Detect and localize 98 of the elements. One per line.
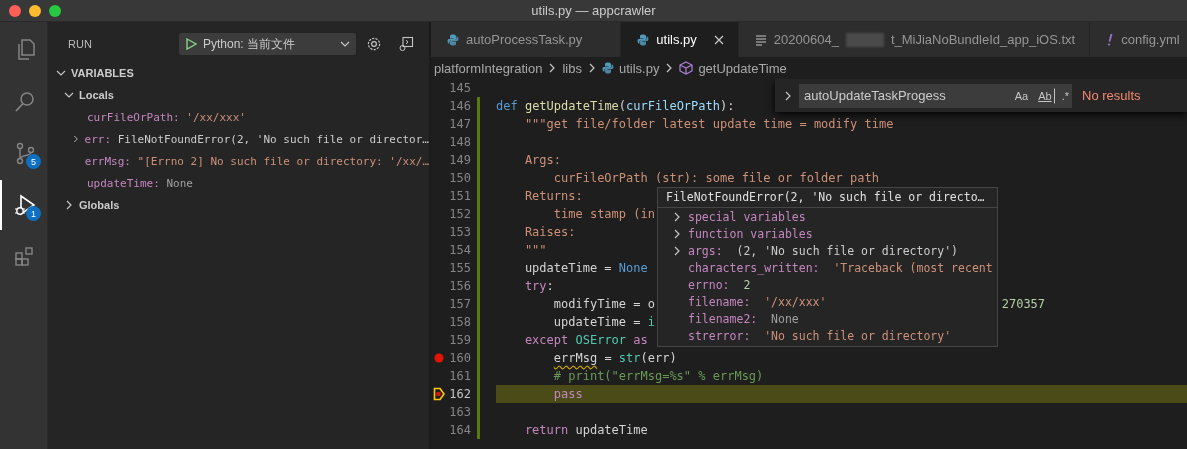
editor-tab[interactable]: autoProcessTask.py: [431, 22, 622, 57]
play-icon: [185, 38, 197, 50]
scope-tree-item[interactable]: Locals: [48, 84, 429, 106]
close-window-button[interactable]: [9, 4, 21, 17]
python-file-icon: [637, 33, 650, 46]
chevron-right-icon: [783, 90, 793, 101]
line-number: 159: [448, 333, 471, 347]
line-number: 164: [448, 423, 471, 437]
find-input[interactable]: autoUpdateTaskProgess Aa Ab .*: [799, 83, 1072, 108]
hover-title: FileNotFoundError(2, 'No such file or directo…: [658, 188, 997, 208]
line-number: 161: [448, 369, 471, 383]
breadcrumb-item[interactable]: utils.py: [601, 60, 660, 76]
code-line: time stamp (in: [552, 206, 655, 223]
code-line: updateTime = i: [552, 314, 655, 331]
code-line: """: [523, 242, 547, 259]
text-file-icon: [754, 33, 767, 46]
section-header[interactable]: VARIABLES: [48, 62, 429, 84]
line-number: 148: [448, 135, 471, 149]
cube-icon: [679, 61, 694, 75]
code-line: """get file/folder latest update time = modify time: [523, 116, 894, 133]
variable-tree-item[interactable]: err: FileNotFoundError(2, 'No such file or director…: [48, 128, 429, 150]
toggle-replace-button[interactable]: [783, 90, 793, 101]
line-number: 150: [448, 171, 471, 185]
code-line: updateTime = None: [523, 260, 648, 277]
count-badge: 5: [26, 154, 41, 169]
search-option-toggle[interactable]: .*: [1058, 87, 1072, 104]
panel-title: RUN: [68, 38, 93, 50]
code-line: try:: [523, 278, 554, 295]
variable-tree-item[interactable]: special variables: [658, 208, 997, 225]
code-line: modifyTime = o: [552, 296, 655, 313]
code-line: Raises:: [523, 224, 576, 241]
code-line: errMsg = str(err): [552, 350, 677, 367]
line-number: 147: [448, 117, 471, 131]
line-number: 163: [448, 405, 471, 419]
chevron-right-icon: [64, 200, 74, 210]
code-text: 270357: [1001, 296, 1046, 313]
redacted-area: [845, 32, 884, 47]
code-line: return updateTime: [523, 422, 648, 439]
search-icon: [12, 89, 37, 113]
close-tab-button[interactable]: [713, 34, 724, 45]
count-badge: 1: [26, 206, 41, 221]
line-number: 146: [448, 99, 471, 113]
code-line: curFileOrPath (str): some file or folder path: [552, 170, 879, 187]
find-result: No results: [1082, 88, 1141, 103]
line-number: 158: [448, 315, 471, 329]
variable-tree-item[interactable]: filename: '/xx/xxx': [658, 293, 997, 310]
debug-console-button[interactable]: [398, 36, 414, 52]
line-number: 149: [448, 153, 471, 167]
scope-tree-item[interactable]: Globals: [48, 194, 429, 216]
variable-tree-item[interactable]: function variables: [658, 225, 997, 242]
line-number: 145: [448, 81, 471, 95]
search-option-toggle[interactable]: Ab: [1035, 87, 1055, 104]
zoom-window-button[interactable]: [49, 4, 61, 17]
line-number: 156: [448, 279, 471, 293]
line-number: 162: [448, 387, 471, 401]
minimize-window-button[interactable]: [29, 4, 41, 17]
code-line: Returns:: [523, 188, 583, 205]
launch-config-dropdown[interactable]: Python: 当前文件: [179, 33, 356, 55]
variable-tree-item[interactable]: filename2: None: [658, 310, 997, 327]
line-number: 160: [448, 351, 471, 365]
gear-icon: [366, 36, 382, 52]
activity-bar-item[interactable]: 5: [0, 128, 47, 178]
line-number: 155: [448, 261, 471, 275]
python-file-icon: [447, 33, 459, 46]
editor-tab[interactable]: 20200604_ t_MiJiaNoBundleId_app_iOS.txt: [738, 22, 1091, 57]
settings-button[interactable]: [366, 36, 382, 52]
code-line: except OSError as: [523, 332, 648, 349]
variable-tree-item[interactable]: errno: 2: [658, 276, 997, 293]
line-number: 154: [448, 243, 471, 257]
variable-tree-item[interactable]: curFileOrPath: '/xx/xxx': [48, 106, 429, 128]
debug-console-icon: [398, 36, 414, 52]
line-number: 157: [448, 297, 471, 311]
code-line: Args:: [523, 152, 562, 169]
code-line: # print("errMsg=%s" % errMsg): [552, 368, 764, 385]
search-option-toggle[interactable]: Aa: [1011, 87, 1032, 104]
variable-tree-item[interactable]: errMsg: "[Errno 2] No such file or directory: '/xx/…: [48, 150, 429, 172]
code-line: pass: [552, 386, 583, 403]
window-title: utils.py — appcrawler: [531, 3, 656, 18]
line-number: 152: [448, 207, 471, 221]
python-file-icon: [601, 62, 614, 74]
variable-tree-item[interactable]: strerror: 'No such file or directory': [658, 327, 997, 344]
editor-tab[interactable]: utils.py: [621, 22, 739, 57]
chevron-down-icon: [56, 68, 66, 78]
line-number: 151: [448, 189, 471, 203]
code-line: def getUpdateTime(curFileOrPath):: [496, 98, 735, 115]
chevron-down-icon: [340, 39, 350, 49]
exclamation-icon: [1106, 33, 1115, 46]
breadcrumb-item[interactable]: libs: [562, 60, 582, 76]
run-debug-icon: [12, 193, 37, 217]
breadcrumb-item[interactable]: platformIntegration: [434, 60, 543, 76]
line-number: 153: [448, 225, 471, 239]
variable-tree-item[interactable]: updateTime: None: [48, 172, 429, 194]
breadcrumb-item[interactable]: getUpdateTime: [679, 60, 787, 76]
chevron-down-icon: [64, 90, 74, 100]
variable-tree-item[interactable]: args: (2, 'No such file or directory'): [658, 242, 997, 259]
variable-tree-item[interactable]: characters_written: 'Traceback (most recent: [658, 259, 997, 276]
editor-tab[interactable]: config.yml: [1090, 22, 1187, 57]
close-icon: [713, 34, 724, 45]
